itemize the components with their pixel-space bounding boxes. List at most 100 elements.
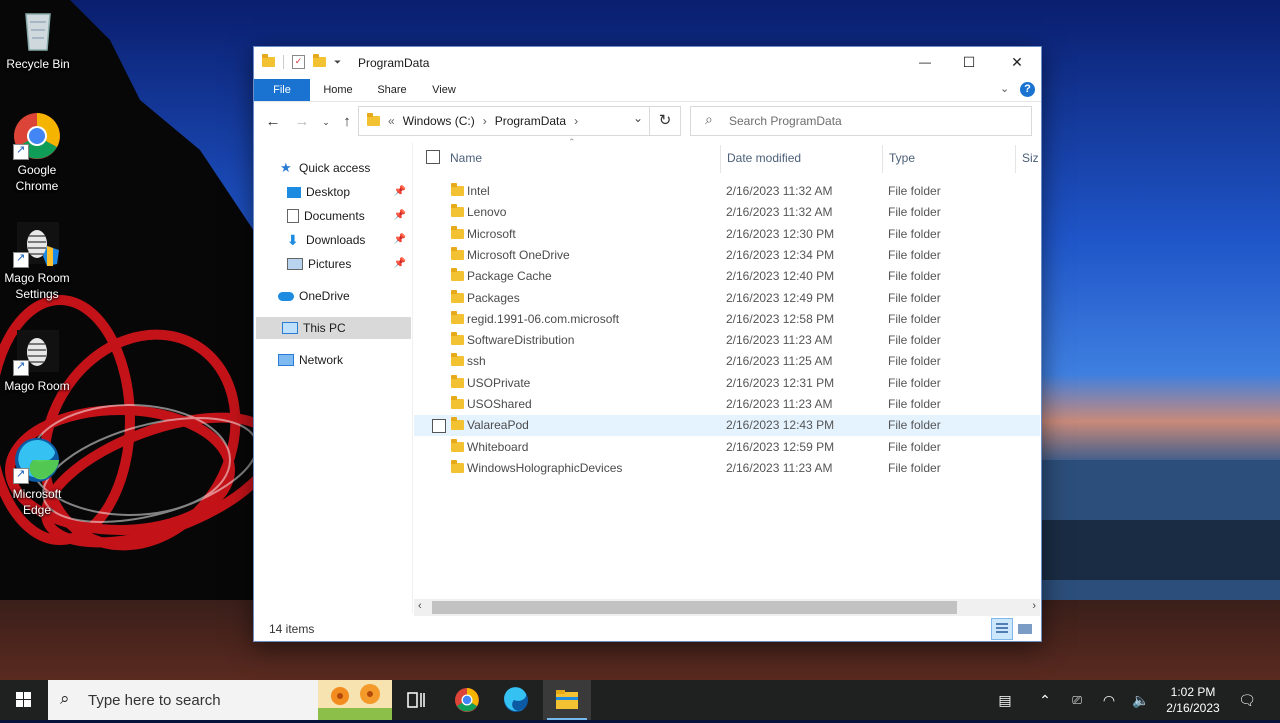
column-header-name[interactable]: Name [450, 143, 720, 183]
breadcrumb-windows-c[interactable]: Windows (C:) [403, 114, 475, 128]
column-separator[interactable] [1015, 145, 1016, 173]
address-dropdown-icon[interactable]: ⌄ [633, 111, 643, 125]
minimize-button[interactable]: — [902, 47, 948, 77]
column-header-size[interactable]: Siz [1022, 143, 1040, 183]
wifi-icon[interactable]: ◠ [1096, 680, 1122, 720]
file-row[interactable]: regid.1991-06.com.microsoft 2/16/2023 12:… [414, 309, 1040, 330]
refresh-button[interactable]: ↻ [650, 106, 681, 136]
quick-access-toolbar: ✓ ⏷ [262, 54, 341, 69]
file-row[interactable]: Intel 2/16/2023 11:32 AM File folder [414, 181, 1040, 202]
scroll-right-icon[interactable]: › [1032, 600, 1036, 612]
tab-view[interactable]: View [422, 79, 466, 101]
tray-action-icon[interactable]: ▤ [990, 680, 1020, 720]
desktop-icon-label: Recycle Bin [6, 57, 70, 71]
file-row[interactable]: USOShared 2/16/2023 11:23 AM File folder [414, 394, 1040, 415]
search-highlight-flowers-icon [318, 680, 392, 720]
close-button[interactable]: ✕ [994, 47, 1040, 77]
taskbar-search-box[interactable]: ⌕ Type here to search [48, 680, 392, 720]
desktop-icon-microsoft-edge[interactable]: Microsoft Edge [1, 436, 73, 518]
volume-icon[interactable]: 🔈 [1128, 680, 1154, 720]
nav-this-pc[interactable]: This PC [256, 317, 411, 339]
file-row[interactable]: Microsoft 2/16/2023 12:30 PM File folder [414, 224, 1040, 245]
breadcrumb-programdata[interactable]: ProgramData [495, 114, 566, 128]
nav-label: Quick access [299, 161, 371, 175]
up-button[interactable]: ↑ [337, 112, 357, 132]
tab-file[interactable]: File [254, 79, 310, 101]
file-name: SoftwareDistribution [467, 333, 575, 348]
desktop-icon-google-chrome[interactable]: Google Chrome [1, 112, 73, 194]
file-explorer-window: ✓ ⏷ ProgramData — ☐ ✕ File Home Share Vi… [253, 46, 1042, 642]
title-bar[interactable]: ✓ ⏷ ProgramData — ☐ ✕ [254, 47, 1041, 79]
nav-quick-access[interactable]: ★ Quick access [280, 157, 410, 179]
folder-icon [451, 183, 464, 196]
desktop-icon-mago-room-settings[interactable]: Mago Room Settings [1, 220, 73, 302]
file-row[interactable]: Lenovo 2/16/2023 11:32 AM File folder [414, 202, 1040, 223]
file-row[interactable]: Packages 2/16/2023 12:49 PM File folder [414, 288, 1040, 309]
task-view-button[interactable] [392, 680, 440, 720]
overflow-chevron-icon[interactable]: « [388, 114, 395, 128]
start-button[interactable] [0, 680, 48, 720]
nav-onedrive[interactable]: OneDrive [278, 285, 410, 307]
help-icon[interactable]: ? [1020, 82, 1035, 97]
column-header-date-modified[interactable]: Date modified [727, 143, 877, 183]
back-button[interactable]: ← [263, 112, 283, 132]
file-type: File folder [888, 418, 941, 433]
file-row[interactable]: Microsoft OneDrive 2/16/2023 12:34 PM File… [414, 245, 1040, 266]
desktop-icon-mago-room[interactable]: Mago Room [1, 328, 73, 394]
file-row[interactable]: WindowsHolographicDevices 2/16/2023 11:23… [414, 458, 1040, 479]
nav-network[interactable]: Network [278, 349, 410, 371]
select-all-checkbox[interactable] [426, 150, 440, 164]
pane-divider[interactable] [412, 143, 413, 613]
column-separator[interactable] [882, 145, 883, 173]
breadcrumb-separator-icon: › [482, 114, 487, 128]
notification-center-icon[interactable]: 🗨 [1232, 680, 1262, 720]
column-separator[interactable] [720, 145, 721, 173]
show-hidden-icons-chevron-icon[interactable]: ⌃ [1032, 680, 1058, 720]
customize-toolbar-icon[interactable]: ⏷ [334, 57, 341, 68]
nav-desktop[interactable]: Desktop 📌 [287, 181, 410, 203]
file-name: ValareaPod [467, 418, 529, 433]
nav-documents[interactable]: Documents 📌 [287, 205, 410, 227]
file-row[interactable]: Package Cache 2/16/2023 12:40 PM File fold… [414, 266, 1040, 287]
horizontal-scrollbar[interactable]: ‹ › [414, 599, 1040, 616]
scrollbar-thumb[interactable] [432, 601, 957, 614]
forward-button[interactable]: → [292, 112, 312, 132]
taskbar-file-explorer-button[interactable] [543, 680, 591, 720]
details-view-button[interactable] [991, 618, 1013, 640]
taskbar-edge-button[interactable] [492, 680, 540, 720]
file-row[interactable]: USOPrivate 2/16/2023 12:31 PM File folder [414, 373, 1040, 394]
scroll-left-icon[interactable]: ‹ [418, 600, 422, 612]
file-name: Packages [467, 290, 520, 305]
file-row[interactable]: Whiteboard 2/16/2023 12:59 PM File folder [414, 437, 1040, 458]
taskbar-clock[interactable]: 1:02 PM 2/16/2023 [1158, 684, 1228, 716]
file-row[interactable]: SoftwareDistribution 2/16/2023 11:23 AM Fi… [414, 330, 1040, 351]
file-row[interactable]: ssh 2/16/2023 11:25 AM File folder [414, 351, 1040, 372]
folder-icon [451, 204, 464, 218]
tab-share[interactable]: Share [370, 79, 414, 101]
edge-icon [504, 687, 528, 712]
large-icons-view-button[interactable] [1014, 618, 1036, 640]
nav-downloads[interactable]: ⬇ Downloads 📌 [287, 229, 410, 251]
column-header-type[interactable]: Type [889, 143, 1009, 183]
row-checkbox[interactable] [432, 419, 446, 434]
expand-ribbon-icon[interactable]: ⌄ [1000, 82, 1009, 95]
properties-icon[interactable]: ✓ [292, 55, 305, 69]
nav-pictures[interactable]: Pictures 📌 [287, 253, 410, 275]
search-box[interactable]: ⌕ Search ProgramData [690, 106, 1032, 136]
tab-home[interactable]: Home [316, 79, 360, 101]
desktop-icon-recycle-bin[interactable]: Recycle Bin [2, 6, 74, 72]
recent-locations-button[interactable]: ⌄ [316, 112, 336, 132]
file-row[interactable]: ValareaPod 2/16/2023 12:43 PM File folder [414, 415, 1040, 437]
folder-icon [451, 374, 464, 388]
address-bar[interactable]: « Windows (C:) › ProgramData › ⌄ [358, 106, 650, 136]
tray-device-icon[interactable]: ⎚ [1064, 680, 1090, 720]
network-icon [278, 354, 294, 366]
file-date-modified: 2/16/2023 11:23 AM [726, 397, 833, 411]
taskbar-chrome-button[interactable] [443, 680, 491, 720]
clock-date: 2/16/2023 [1166, 701, 1220, 715]
maximize-button[interactable]: ☐ [946, 47, 992, 77]
file-name: Microsoft [467, 226, 516, 241]
new-folder-icon[interactable] [313, 54, 326, 67]
nav-label: Downloads [306, 233, 366, 247]
desktop-folder-icon [287, 186, 301, 198]
